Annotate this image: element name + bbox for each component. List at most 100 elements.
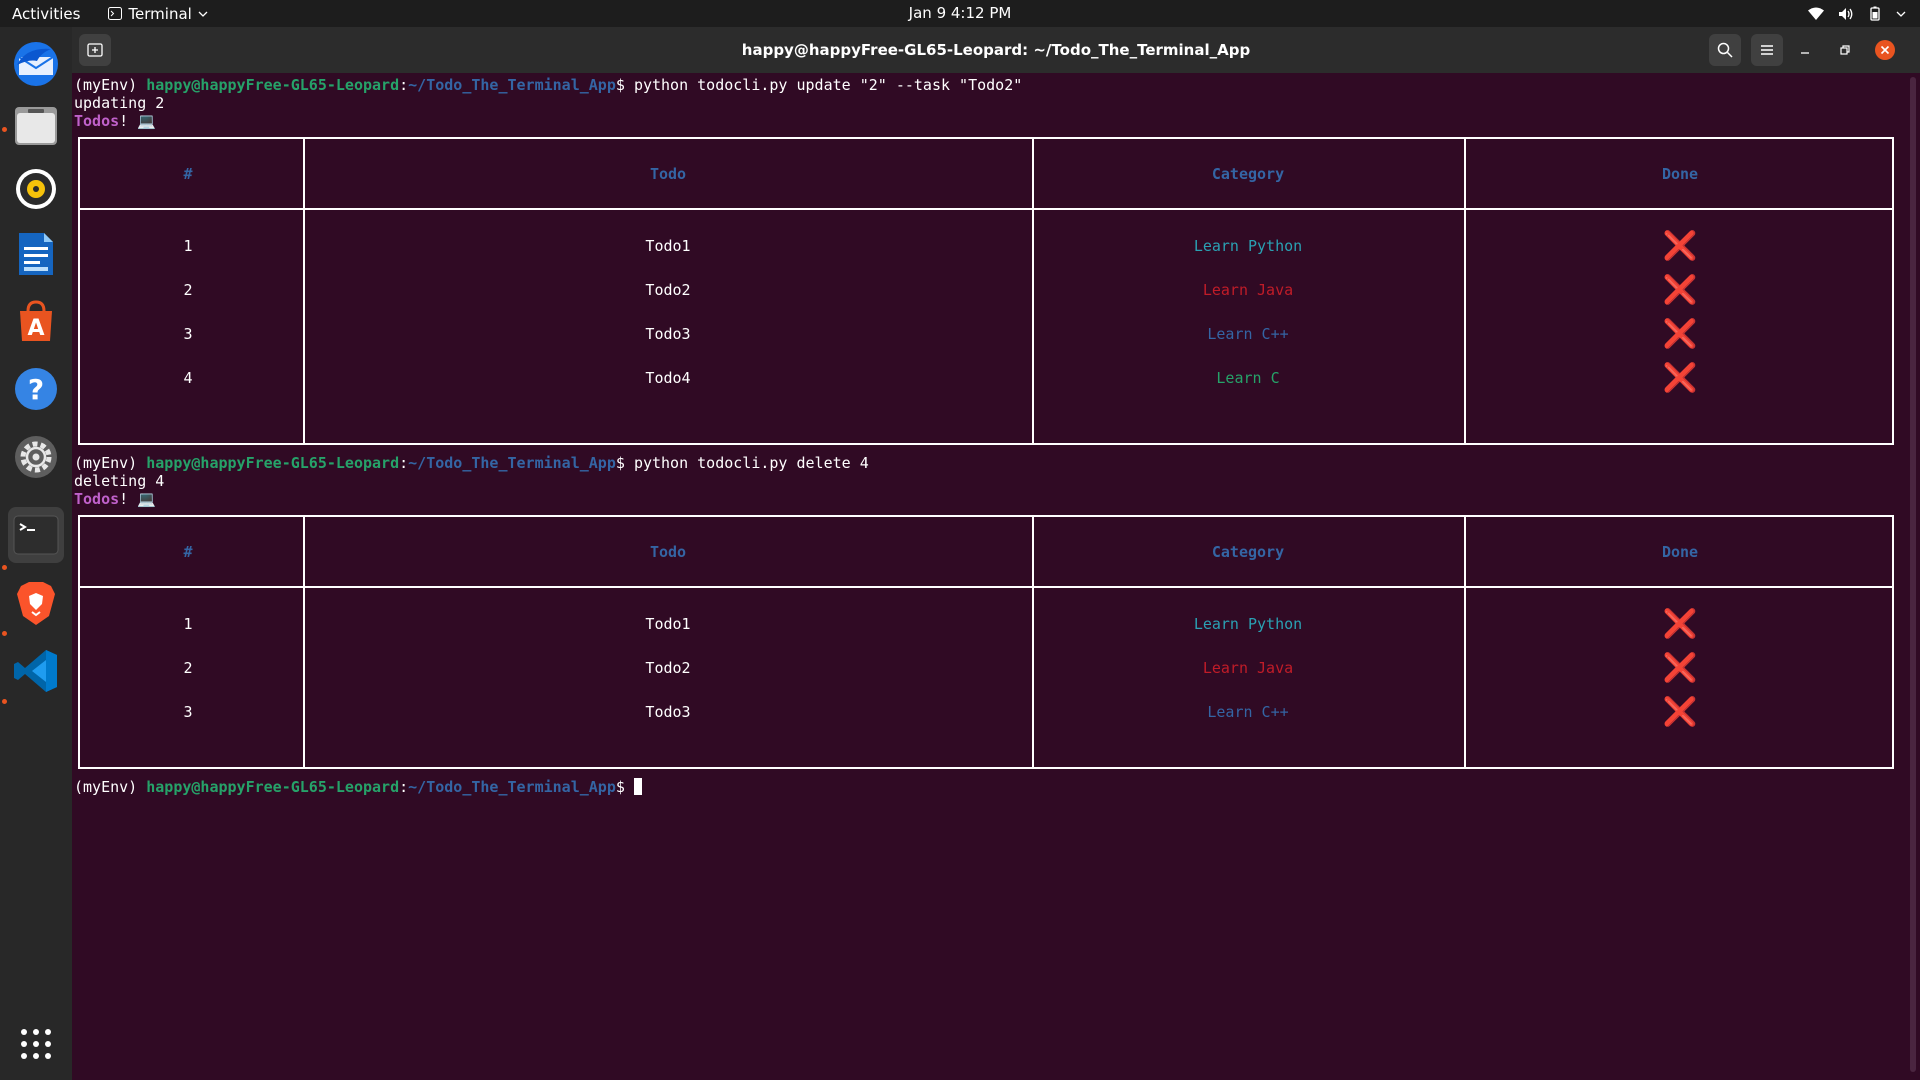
app-menu[interactable]: Terminal xyxy=(108,5,208,23)
running-indicator xyxy=(2,127,7,132)
svg-text:?: ? xyxy=(28,373,44,406)
show-applications-button[interactable] xyxy=(8,1016,64,1072)
todo-category: Learn Java xyxy=(1202,281,1294,299)
dock: A ? xyxy=(0,27,72,1080)
prompt-dollar: $ xyxy=(615,778,634,796)
prompt-user: happy@happyFree-GL65-Leopard xyxy=(146,76,400,94)
prompt-path: ~/Todo_The_Terminal_App xyxy=(408,76,616,94)
output-line: deleting 4 xyxy=(74,472,165,490)
column-header: Category xyxy=(1211,543,1285,561)
todo-category: Learn Python xyxy=(1193,237,1303,255)
battery-icon xyxy=(1870,6,1880,21)
dock-item-files[interactable] xyxy=(8,97,64,153)
column-header: # xyxy=(183,543,193,561)
row-number: 2 xyxy=(183,281,193,299)
dock-item-brave[interactable] xyxy=(8,575,64,631)
todo-text: Todo3 xyxy=(645,325,691,343)
new-tab-icon xyxy=(87,43,103,57)
todo-text: Todo2 xyxy=(645,281,691,299)
svg-text:A: A xyxy=(27,316,44,341)
todo-table: # Todo Category Done 1 Todo1 Learn Python ❌ 2 Tod… xyxy=(78,137,1894,445)
command-line: (myEnv) happy@happyFree-GL65-Leopard:~/T… xyxy=(74,76,1022,94)
chevron-down-icon xyxy=(1896,11,1906,17)
todo-category: Learn Python xyxy=(1193,615,1303,633)
column-header: Done xyxy=(1661,543,1699,561)
todo-category: Learn Java xyxy=(1202,659,1294,677)
row-number: 3 xyxy=(183,703,193,721)
dock-item-rhythmbox[interactable] xyxy=(8,161,64,217)
done-false-icon: ❌ xyxy=(1662,229,1698,262)
row-number: 4 xyxy=(183,369,193,387)
todo-category: Learn C++ xyxy=(1207,703,1289,721)
terminal-content[interactable]: (myEnv) happy@happyFree-GL65-Leopard:~/T… xyxy=(72,73,1920,1080)
top-bar: Activities Terminal Jan 9 4:12 PM xyxy=(0,0,1920,27)
chevron-down-icon xyxy=(198,11,208,17)
clock[interactable]: Jan 9 4:12 PM xyxy=(909,4,1012,22)
prompt-env: (myEnv) xyxy=(74,454,147,472)
ubuntu-software-icon: A xyxy=(20,300,52,341)
column-divider xyxy=(1032,139,1034,443)
dock-item-thunderbird[interactable] xyxy=(8,36,64,92)
todo-category: Learn C++ xyxy=(1207,325,1289,343)
system-tray[interactable] xyxy=(1808,0,1906,27)
done-false-icon: ❌ xyxy=(1662,695,1698,728)
todo-text: Todo3 xyxy=(645,703,691,721)
prompt-user: happy@happyFree-GL65-Leopard xyxy=(146,454,400,472)
prompt-path: ~/Todo_The_Terminal_App xyxy=(408,778,616,796)
close-icon xyxy=(1875,40,1895,60)
scrollbar[interactable] xyxy=(1910,77,1916,1072)
todos-suffix: ! 💻 xyxy=(119,490,156,508)
row-number: 1 xyxy=(183,615,193,633)
settings-gear-icon xyxy=(15,436,57,478)
prompt-colon: : xyxy=(399,76,409,94)
todo-text: Todo1 xyxy=(645,615,691,633)
column-divider xyxy=(1464,139,1466,443)
activities-button[interactable]: Activities xyxy=(12,5,80,23)
command-text: python todocli.py update "2" --task "Tod… xyxy=(633,76,1023,94)
column-header: Done xyxy=(1661,165,1699,183)
row-number: 3 xyxy=(183,325,193,343)
vscode-icon xyxy=(14,650,57,692)
dock-item-terminal[interactable] xyxy=(8,507,64,563)
todo-text: Todo1 xyxy=(645,237,691,255)
minimize-icon xyxy=(1801,52,1809,54)
dock-item-vscode[interactable] xyxy=(8,643,64,699)
column-divider xyxy=(1464,517,1466,767)
dock-item-settings[interactable] xyxy=(8,429,64,485)
todo-category: Learn C xyxy=(1216,369,1280,387)
column-header: Todo xyxy=(649,543,687,561)
prompt-user: happy@happyFree-GL65-Leopard xyxy=(146,778,400,796)
search-button[interactable] xyxy=(1709,34,1741,66)
running-indicator xyxy=(2,565,7,570)
minimize-button[interactable] xyxy=(1789,34,1821,66)
command-prompt[interactable]: (myEnv) happy@happyFree-GL65-Leopard:~/T… xyxy=(74,778,642,796)
column-header: Todo xyxy=(649,165,687,183)
text-cursor xyxy=(633,778,642,795)
new-tab-button[interactable] xyxy=(79,34,111,66)
prompt-env: (myEnv) xyxy=(74,76,147,94)
column-divider xyxy=(1032,517,1034,767)
terminal-header-bar: happy@happyFree-GL65-Leopard: ~/Todo_The… xyxy=(72,27,1920,73)
dock-item-help[interactable]: ? xyxy=(8,361,64,417)
done-false-icon: ❌ xyxy=(1662,361,1698,394)
wifi-icon xyxy=(1808,7,1824,20)
close-button[interactable] xyxy=(1869,34,1901,66)
todo-table: # Todo Category Done 1 Todo1 Learn Python ❌ 2 Tod… xyxy=(78,515,1894,769)
column-header: # xyxy=(183,165,193,183)
hamburger-menu-icon xyxy=(1761,45,1773,55)
volume-icon xyxy=(1839,7,1853,20)
column-header: Category xyxy=(1211,165,1285,183)
terminal-icon xyxy=(13,515,59,555)
todos-label: Todos xyxy=(74,112,120,130)
dock-item-software[interactable]: A xyxy=(8,293,64,349)
maximize-button[interactable] xyxy=(1829,34,1861,66)
todos-heading: Todos! 💻 xyxy=(74,490,156,508)
done-false-icon: ❌ xyxy=(1662,317,1698,350)
menu-button[interactable] xyxy=(1751,34,1783,66)
done-false-icon: ❌ xyxy=(1662,273,1698,306)
prompt-colon: : xyxy=(399,454,409,472)
dock-item-writer[interactable] xyxy=(8,226,64,282)
todos-label: Todos xyxy=(74,490,120,508)
command-line: (myEnv) happy@happyFree-GL65-Leopard:~/T… xyxy=(74,454,869,472)
prompt-dollar: $ xyxy=(615,76,634,94)
